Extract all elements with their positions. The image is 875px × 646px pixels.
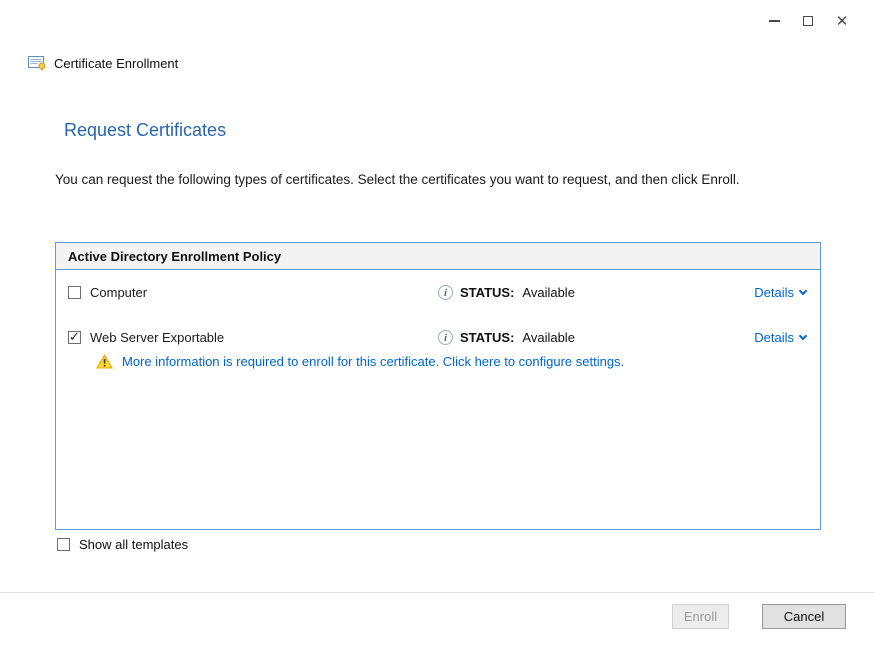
warning-triangle-icon (96, 354, 113, 369)
info-icon: i (438, 330, 453, 345)
template-name-cell: Computer (68, 285, 438, 300)
enrollment-policy-box: Active Directory Enrollment Policy Compu… (55, 242, 821, 530)
page-title: Request Certificates (64, 120, 226, 141)
template-row-computer[interactable]: Computer i STATUS: Available Details (56, 270, 820, 315)
certificate-enrollment-window: ✕ Certificate Enrollment Request Certifi… (0, 0, 875, 646)
status-value: Available (522, 330, 575, 345)
status-cell: i STATUS: Available (438, 330, 754, 345)
chevron-down-icon (799, 331, 807, 339)
show-all-templates[interactable]: Show all templates (57, 537, 188, 552)
chevron-down-icon (799, 286, 807, 294)
web-server-exportable-checkbox[interactable] (68, 331, 81, 344)
minimize-icon (769, 20, 780, 21)
maximize-icon (803, 16, 813, 26)
details-link-computer[interactable]: Details (754, 285, 806, 300)
show-all-templates-label: Show all templates (79, 537, 188, 552)
details-label: Details (754, 285, 794, 300)
status-cell: i STATUS: Available (438, 285, 754, 300)
window-controls: ✕ (757, 8, 859, 34)
minimize-button[interactable] (757, 8, 791, 34)
maximize-button[interactable] (791, 8, 825, 34)
cancel-button[interactable]: Cancel (762, 604, 846, 629)
template-name: Web Server Exportable (90, 330, 224, 345)
certificate-icon (28, 55, 47, 72)
app-header: Certificate Enrollment (28, 55, 178, 72)
more-information-link[interactable]: More information is required to enroll f… (56, 354, 820, 369)
computer-checkbox[interactable] (68, 286, 81, 299)
show-all-templates-checkbox[interactable] (57, 538, 70, 551)
footer-divider (0, 592, 875, 593)
details-label: Details (754, 330, 794, 345)
app-title: Certificate Enrollment (54, 56, 178, 71)
policy-group-header: Active Directory Enrollment Policy (56, 243, 820, 270)
details-link-web-server[interactable]: Details (754, 330, 806, 345)
status-label: STATUS: (460, 330, 514, 345)
warning-text: More information is required to enroll f… (122, 354, 624, 369)
status-value: Available (522, 285, 575, 300)
page-description: You can request the following types of c… (55, 170, 755, 190)
template-name-cell: Web Server Exportable (68, 330, 438, 345)
template-name: Computer (90, 285, 147, 300)
close-icon: ✕ (836, 14, 849, 29)
info-icon: i (438, 285, 453, 300)
close-button[interactable]: ✕ (825, 8, 859, 34)
enroll-button[interactable]: Enroll (672, 604, 729, 629)
status-label: STATUS: (460, 285, 514, 300)
